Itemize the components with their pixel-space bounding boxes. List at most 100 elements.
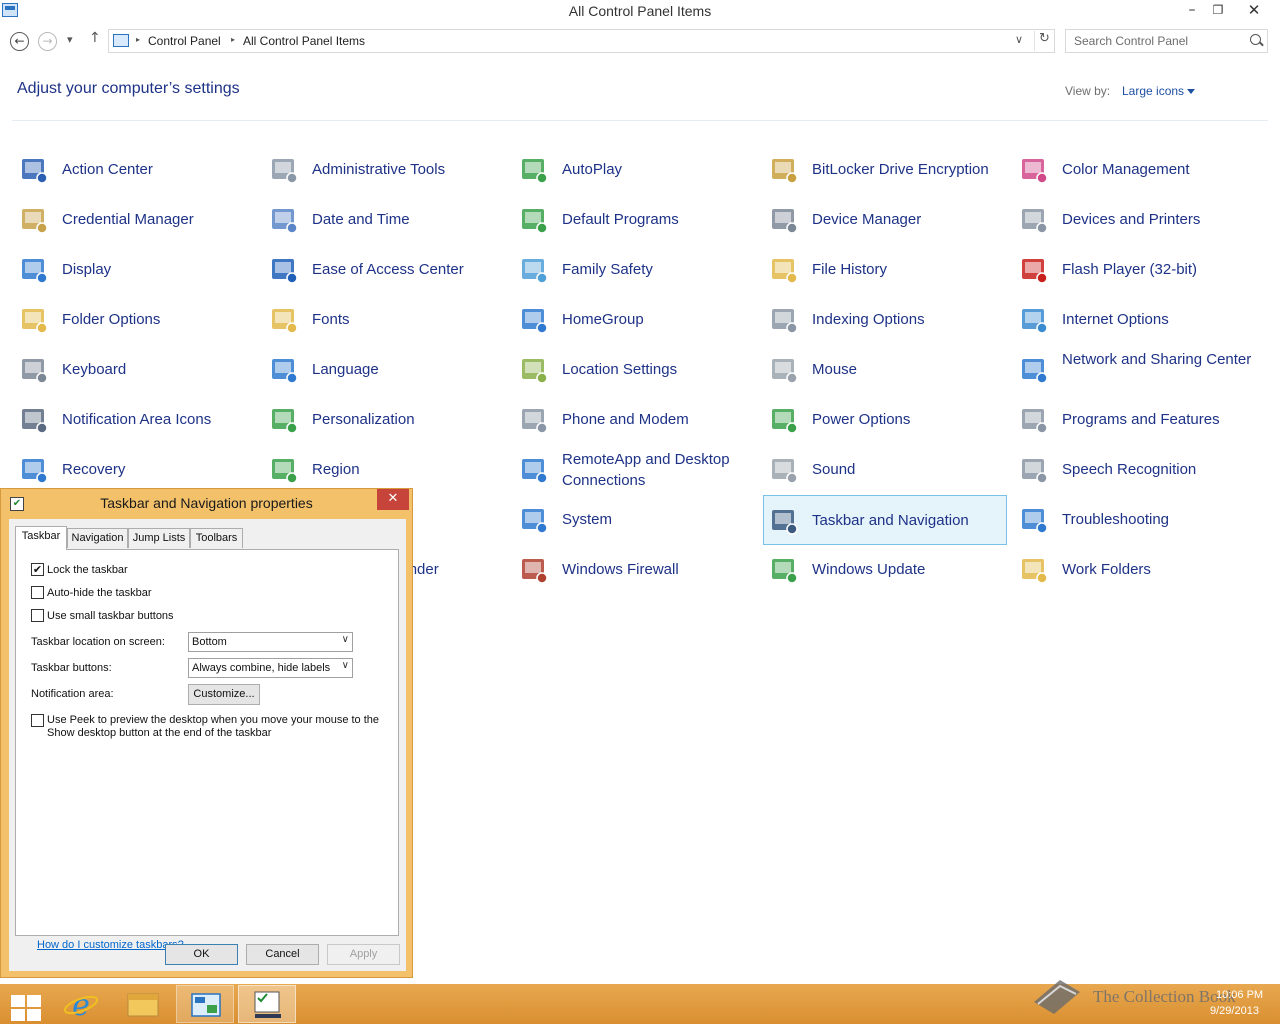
close-button[interactable]: ✕: [1240, 0, 1268, 22]
small-buttons-checkbox[interactable]: [31, 609, 44, 622]
control-panel-item[interactable]: Language: [264, 345, 507, 395]
tab-navigation[interactable]: Navigation: [67, 528, 128, 548]
control-panel-item[interactable]: Display: [14, 245, 257, 295]
control-panel-item[interactable]: BitLocker Drive Encryption: [764, 145, 1007, 195]
control-panel-item[interactable]: Mouse: [764, 345, 1007, 395]
customize-help-link[interactable]: How do I customize taskbars?: [37, 939, 184, 951]
control-panel-item[interactable]: Credential Manager: [14, 195, 257, 245]
taskbar-buttons-label: Taskbar buttons:: [31, 662, 112, 674]
control-panel-item[interactable]: File History: [764, 245, 1007, 295]
address-bar[interactable]: ▸ Control Panel ▸ All Control Panel Item…: [108, 29, 1055, 53]
control-panel-item-label: Ease of Access Center: [312, 261, 464, 278]
control-panel-item[interactable]: Default Programs: [514, 195, 757, 245]
control-panel-item[interactable]: Action Center: [14, 145, 257, 195]
control-panel-item[interactable]: Sound: [764, 445, 1007, 495]
control-panel-item[interactable]: Location Settings: [514, 345, 757, 395]
control-panel-item[interactable]: Speech Recognition: [1014, 445, 1257, 495]
control-panel-item[interactable]: Windows Firewall: [514, 545, 757, 595]
maximize-button[interactable]: ❐: [1204, 0, 1232, 22]
ok-button[interactable]: OK: [165, 944, 238, 965]
up-button[interactable]: ↑: [89, 30, 101, 46]
control-panel-item[interactable]: Power Options: [764, 395, 1007, 445]
breadcrumb-separator[interactable]: ▸: [231, 35, 235, 44]
vault-icon: [18, 204, 50, 236]
clock-date[interactable]: 9/29/2013: [1210, 1005, 1259, 1017]
control-panel-item[interactable]: Phone and Modem: [514, 395, 757, 445]
taskbar-properties-icon[interactable]: [238, 985, 296, 1023]
refresh-button[interactable]: ↻: [1034, 31, 1054, 51]
file-explorer-icon[interactable]: [114, 985, 172, 1023]
control-panel-item[interactable]: Ease of Access Center: [264, 245, 507, 295]
peek-checkbox[interactable]: [31, 714, 44, 727]
control-panel-item[interactable]: Administrative Tools: [264, 145, 507, 195]
control-panel-item-label: Fonts: [312, 311, 350, 328]
taskbar-icon: [768, 505, 800, 537]
display-monitor-icon: [18, 254, 50, 286]
breadcrumb-all-items[interactable]: All Control Panel Items: [243, 34, 365, 48]
clock-time[interactable]: 10:06 PM: [1216, 989, 1263, 1001]
taskbar-buttons-select[interactable]: Always combine, hide labels ∨: [188, 658, 353, 678]
dialog-close-button[interactable]: ✕: [377, 489, 409, 510]
tab-jump-lists[interactable]: Jump Lists: [128, 528, 190, 548]
control-panel-item[interactable]: RemoteApp and Desktop Connections: [514, 445, 757, 495]
forward-button[interactable]: →: [38, 32, 57, 51]
control-panel-item[interactable]: Devices and Printers: [1014, 195, 1257, 245]
back-button[interactable]: ←: [10, 32, 29, 51]
control-panel-item[interactable]: HomeGroup: [514, 295, 757, 345]
recent-locations-button[interactable]: ▾: [67, 33, 73, 46]
windows-logo-icon: [27, 1009, 41, 1021]
control-panel-item[interactable]: Personalization: [264, 395, 507, 445]
dialog-title: Taskbar and Navigation properties: [100, 495, 313, 511]
apply-button[interactable]: Apply: [327, 944, 400, 965]
tab-toolbars[interactable]: Toolbars: [190, 528, 243, 548]
control-panel-item[interactable]: Date and Time: [264, 195, 507, 245]
view-by-caret-icon[interactable]: [1187, 89, 1195, 94]
control-panel-item[interactable]: Keyboard: [14, 345, 257, 395]
control-panel-item[interactable]: Color Management: [1014, 145, 1257, 195]
control-panel-item[interactable]: Notification Area Icons: [14, 395, 257, 445]
control-panel-item[interactable]: Family Safety: [514, 245, 757, 295]
lock-taskbar-checkbox[interactable]: ✔: [31, 563, 44, 576]
search-icon[interactable]: [1250, 34, 1261, 45]
chevron-down-icon: ∨: [341, 634, 349, 645]
keys-icon: [768, 154, 800, 186]
work-folders-icon: [1018, 554, 1050, 586]
customize-button[interactable]: Customize...: [188, 684, 260, 705]
control-panel-item[interactable]: System: [514, 495, 757, 545]
taskbar-location-select[interactable]: Bottom ∨: [188, 632, 353, 652]
control-panel-item[interactable]: Taskbar and Navigation: [763, 495, 1007, 545]
mouse-icon: [768, 354, 800, 386]
control-panel-item[interactable]: Fonts: [264, 295, 507, 345]
control-panel-item[interactable]: Indexing Options: [764, 295, 1007, 345]
window-title: All Control Panel Items: [568, 3, 712, 19]
control-panel-item[interactable]: Folder Options: [14, 295, 257, 345]
control-panel-item[interactable]: Flash Player (32-bit): [1014, 245, 1257, 295]
control-panel-item[interactable]: Troubleshooting: [1014, 495, 1257, 545]
control-panel-item[interactable]: Device Manager: [764, 195, 1007, 245]
minimize-button[interactable]: –: [1178, 0, 1206, 22]
breadcrumb-separator[interactable]: ▸: [136, 35, 140, 44]
search-box[interactable]: Search Control Panel: [1065, 29, 1268, 53]
start-button[interactable]: [6, 990, 41, 1021]
search-input[interactable]: Search Control Panel: [1074, 34, 1188, 48]
control-panel-item[interactable]: Work Folders: [1014, 545, 1257, 595]
internet-explorer-icon[interactable]: e: [52, 985, 110, 1023]
control-panel-item[interactable]: Programs and Features: [1014, 395, 1257, 445]
control-panel-item-label: Internet Options: [1062, 311, 1169, 328]
control-panel-icon[interactable]: [176, 985, 234, 1023]
control-panel-item-label: Location Settings: [562, 361, 678, 378]
address-dropdown-icon[interactable]: ∨: [1015, 33, 1023, 46]
breadcrumb-control-panel[interactable]: Control Panel: [148, 34, 221, 48]
cancel-button[interactable]: Cancel: [246, 944, 319, 965]
control-panel-item[interactable]: AutoPlay: [514, 145, 757, 195]
control-panel-item[interactable]: Network and Sharing Center: [1014, 345, 1257, 395]
control-panel-item-label: Color Management: [1062, 161, 1190, 178]
tab-taskbar[interactable]: Taskbar: [15, 526, 67, 550]
control-panel-item[interactable]: Internet Options: [1014, 295, 1257, 345]
view-by-dropdown[interactable]: Large icons: [1122, 84, 1184, 98]
control-panel-item[interactable]: Windows Update: [764, 545, 1007, 595]
troubleshooting-icon: [1018, 504, 1050, 536]
calendar-clock-icon: [268, 204, 300, 236]
auto-hide-checkbox[interactable]: [31, 586, 44, 599]
control-panel-item-label: Notification Area Icons: [62, 411, 212, 428]
